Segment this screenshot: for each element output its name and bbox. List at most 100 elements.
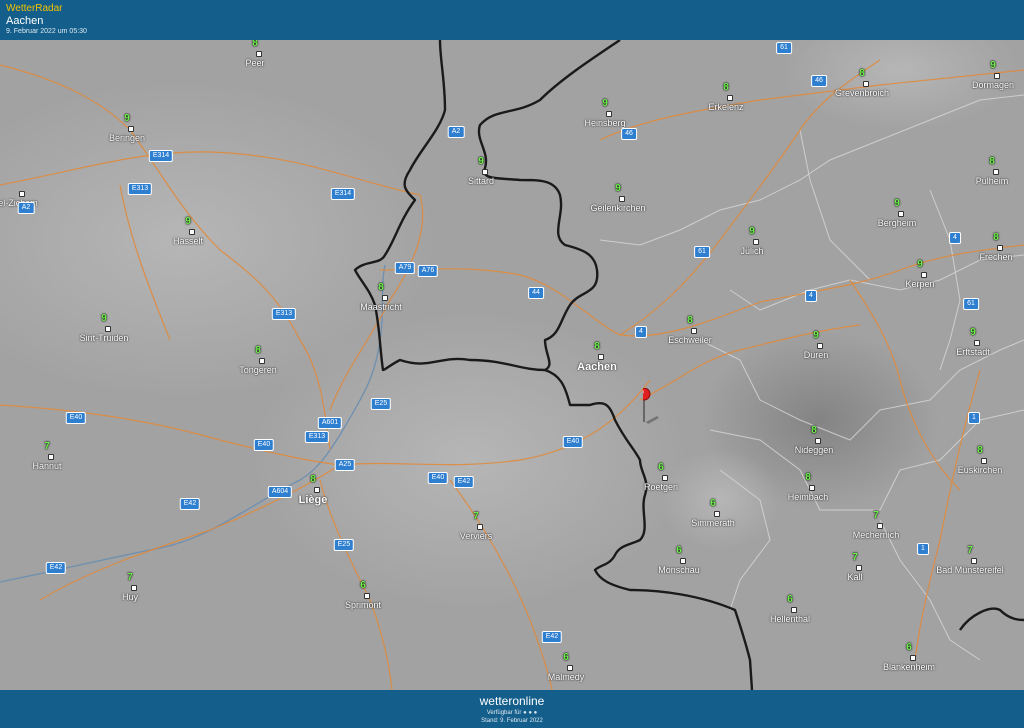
city-label[interactable]: Huy — [122, 592, 138, 602]
city-label[interactable]: Hannut — [32, 461, 61, 471]
city-label[interactable]: Jülich — [740, 246, 763, 256]
temperature-value: 7 — [44, 441, 50, 452]
highway-shield: 61 — [694, 246, 710, 258]
city-label[interactable]: Roetgen — [644, 482, 678, 492]
city-label[interactable]: Tongeren — [239, 365, 277, 375]
city-marker — [898, 211, 904, 217]
city-marker — [314, 487, 320, 493]
city-label[interactable]: Beringen — [109, 133, 145, 143]
temperature-value: 8 — [255, 345, 261, 356]
highway-shield: 4 — [635, 326, 647, 338]
temperature-value: 7 — [852, 552, 858, 563]
city-label[interactable]: Sprimont — [345, 600, 381, 610]
city-marker — [791, 607, 797, 613]
city-label[interactable]: Geilenkirchen — [590, 203, 645, 213]
city-marker — [189, 229, 195, 235]
city-marker — [714, 511, 720, 517]
highway-shield: 1 — [968, 412, 980, 424]
city-label[interactable]: Kall — [847, 572, 862, 582]
city-label[interactable]: Eschweiler — [668, 335, 712, 345]
city-label[interactable]: Erkelenz — [708, 102, 743, 112]
city-label[interactable]: Frechen — [979, 252, 1012, 262]
city-marker — [619, 196, 625, 202]
highway-shield: A25 — [334, 459, 356, 471]
highway-shield: E40 — [65, 412, 87, 424]
platform-dots-icon: ● ● ● — [523, 710, 538, 716]
temperature-value: 9 — [917, 259, 923, 270]
city-marker — [910, 655, 916, 661]
radar-map[interactable]: 8Peer9Beringen9Hasseltel-Zichem9Sint-Tru… — [0, 40, 1024, 690]
radar-timestamp: 9. Februar 2022 um 05:30 — [6, 28, 87, 35]
city-marker — [971, 558, 977, 564]
city-label[interactable]: Peer — [245, 58, 264, 68]
city-label[interactable]: Simmerath — [691, 518, 735, 528]
temperature-value: 7 — [127, 572, 133, 583]
temperature-value: 6 — [710, 498, 716, 509]
highway-shield: E40 — [253, 439, 275, 451]
highway-shield: 61 — [776, 42, 792, 54]
city-marker — [993, 169, 999, 175]
highway-shield: E40 — [427, 472, 449, 484]
city-marker — [131, 585, 137, 591]
highway-shield: E40 — [562, 436, 584, 448]
highway-shield: E314 — [148, 150, 174, 162]
city-label[interactable]: Erftstadt — [956, 347, 990, 357]
city-label[interactable]: Hasselt — [173, 236, 203, 246]
city-label[interactable]: Dormagen — [972, 80, 1014, 90]
highway-shield: E25 — [333, 539, 355, 551]
city-label[interactable]: Heinsberg — [584, 118, 625, 128]
map-pin-icon[interactable] — [637, 387, 673, 429]
city-marker — [364, 593, 370, 599]
city-label[interactable]: Blankenheim — [883, 662, 935, 672]
city-label[interactable]: Sint-Truiden — [80, 333, 129, 343]
city-marker — [105, 326, 111, 332]
temperature-value: 8 — [252, 40, 258, 49]
city-marker — [691, 328, 697, 334]
city-marker — [680, 558, 686, 564]
city-label[interactable]: Verviers — [460, 531, 493, 541]
city-label[interactable]: Malmedy — [548, 672, 585, 682]
temperature-value: 9 — [813, 330, 819, 341]
city-label[interactable]: Kerpen — [905, 279, 934, 289]
temperature-value: 8 — [805, 472, 811, 483]
temperature-value: 6 — [676, 545, 682, 556]
city-label[interactable]: Grevenbroich — [835, 88, 889, 98]
city-marker — [753, 239, 759, 245]
city-label[interactable]: Nideggen — [795, 445, 834, 455]
temperature-value: 9 — [124, 113, 130, 124]
location-title: Aachen — [6, 15, 44, 27]
city-label[interactable]: Liège — [299, 494, 328, 506]
city-label[interactable]: Euskirchen — [958, 465, 1003, 475]
temperature-value: 9 — [894, 198, 900, 209]
temperature-value: 8 — [811, 425, 817, 436]
highway-shield: A76 — [417, 265, 439, 277]
temperature-value: 8 — [989, 156, 995, 167]
temperature-value: 9 — [185, 216, 191, 227]
city-label[interactable]: Monschau — [658, 565, 700, 575]
highway-shield: E314 — [330, 188, 356, 200]
temperature-value: 7 — [873, 510, 879, 521]
city-label[interactable]: Aachen — [577, 361, 617, 373]
temperature-value: 7 — [967, 545, 973, 556]
city-label[interactable]: Düren — [804, 350, 829, 360]
temperature-value: 8 — [723, 82, 729, 93]
temperature-value: 6 — [906, 642, 912, 653]
city-marker — [815, 438, 821, 444]
city-label[interactable]: Maastricht — [360, 302, 402, 312]
highway-shield: 44 — [528, 287, 544, 299]
city-label[interactable]: Bergheim — [878, 218, 917, 228]
city-label[interactable]: Pulheim — [976, 176, 1009, 186]
city-marker — [994, 73, 1000, 79]
temperature-value: 6 — [563, 652, 569, 663]
city-marker — [477, 524, 483, 530]
city-marker — [382, 295, 388, 301]
highway-shield: A604 — [267, 486, 293, 498]
city-label[interactable]: Bad Münstereifel — [936, 565, 1004, 575]
city-label[interactable]: Sittard — [468, 176, 494, 186]
highway-shield: 1 — [917, 543, 929, 555]
highway-shield: 4 — [949, 232, 961, 244]
city-label[interactable]: Hellenthal — [770, 614, 810, 624]
city-label[interactable]: Heimbach — [788, 492, 829, 502]
city-label[interactable]: Mechernich — [853, 530, 900, 540]
highway-shield: E42 — [453, 476, 475, 488]
